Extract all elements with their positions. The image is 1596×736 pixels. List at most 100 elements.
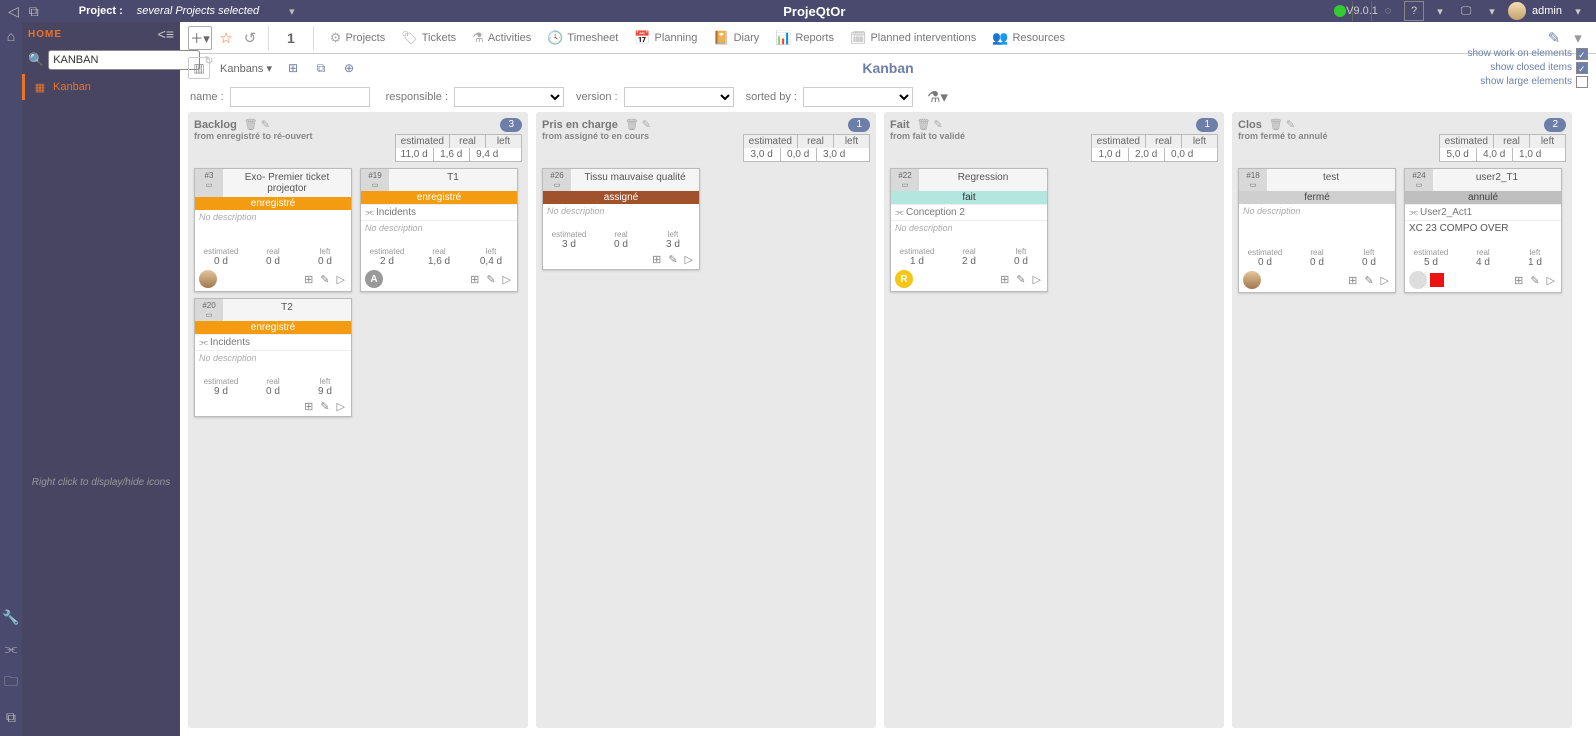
star-icon[interactable]: ☆ — [216, 28, 236, 48]
forward-icon[interactable]: ▷ — [683, 253, 695, 266]
collapse-icon[interactable]: <≡ — [158, 26, 174, 42]
user-avatar[interactable] — [1508, 2, 1526, 20]
home-label[interactable]: HOME — [28, 29, 62, 40]
edit-icon[interactable]: ✎ — [642, 118, 651, 131]
chevron-down-icon[interactable]: ▾ — [1482, 1, 1502, 21]
edit-icon[interactable]: ✎ — [318, 273, 331, 286]
toolbar-link[interactable]: 📅Planning — [626, 30, 705, 46]
toolbar-link[interactable]: 📔Diary — [705, 30, 767, 46]
link-icon: 🏷 — [401, 30, 418, 46]
forward-icon[interactable]: ▷ — [335, 273, 347, 286]
forward-icon[interactable]: ▷ — [1379, 274, 1391, 287]
edit-icon[interactable]: ✎ — [1362, 274, 1375, 287]
delete-icon[interactable]: 🗑 — [244, 118, 258, 131]
new-button[interactable]: ＋▾ — [188, 26, 212, 50]
sum-val: 0,0 d — [780, 148, 816, 161]
tool-icon[interactable]: 🔧 — [2, 609, 19, 626]
chevron-down-icon[interactable]: ▾ — [1430, 1, 1450, 21]
edit-icon[interactable]: ✎ — [934, 118, 943, 131]
filter-name-input[interactable] — [230, 87, 370, 107]
card-link[interactable]: ⫘Incidents — [361, 204, 517, 221]
add-icon[interactable]: ⊞ — [1346, 274, 1359, 287]
avatar — [199, 270, 217, 288]
opt-work-checkbox[interactable] — [1576, 48, 1588, 60]
card-footer: R ⊞✎ ▷ — [891, 267, 1047, 291]
toolbar-link[interactable]: 📊Reports — [767, 30, 842, 46]
edit-icon[interactable]: ✎ — [1544, 28, 1564, 48]
link-icon[interactable]: ⫘ — [5, 640, 18, 657]
toolbar-link[interactable]: ⚗Activities — [464, 30, 539, 46]
add-icon[interactable]: ⊞ — [998, 273, 1011, 286]
share-kanban-icon[interactable]: ⊕ — [338, 57, 360, 79]
forward-icon[interactable]: ▷ — [501, 273, 513, 286]
edit-icon[interactable]: ✎ — [318, 400, 331, 413]
forward-icon[interactable]: ▷ — [1031, 273, 1043, 286]
card-id: #20▭ — [195, 299, 223, 321]
filter-version-select[interactable] — [624, 87, 734, 107]
toolbar-link[interactable]: 🏷Tickets — [393, 30, 464, 46]
column-summary: estimatedrealleft5,0 d4,0 d1,0 d — [1439, 134, 1566, 162]
nav-kanban[interactable]: ▦ Kanban — [22, 74, 180, 100]
edit-icon[interactable]: ✎ — [666, 253, 679, 266]
kanban-card[interactable]: #18▭testferméNo descriptionestimated0 dr… — [1238, 168, 1396, 293]
filter-responsible-select[interactable] — [454, 87, 564, 107]
edit-icon[interactable]: ✎ — [261, 118, 270, 131]
delete-icon[interactable]: 🗑 — [917, 118, 931, 131]
kanban-column: Backlog🗑✎from enregistré to ré-ouvert3es… — [188, 112, 528, 728]
delete-icon[interactable]: 🗑 — [1269, 118, 1283, 131]
card-link[interactable]: ⫘Incidents — [195, 334, 351, 351]
user-name[interactable]: admin — [1532, 5, 1562, 17]
code-icon[interactable]: ⧉ — [6, 709, 16, 726]
opt-large-checkbox[interactable] — [1576, 76, 1588, 88]
toolbar-link[interactable]: 👥Resources — [984, 30, 1073, 46]
toolbar-link[interactable]: 🗓Planned interventions — [842, 30, 984, 46]
opt-closed-label: show closed items — [1490, 61, 1572, 75]
avatar — [1409, 271, 1427, 289]
add-icon[interactable]: ⊞ — [650, 253, 663, 266]
chevron-down-icon[interactable]: ▾ — [1568, 28, 1588, 48]
home-icon[interactable]: ⌂ — [7, 28, 15, 44]
toolbar-link[interactable]: ⚙Projects — [322, 30, 393, 46]
add-icon[interactable]: ⊞ — [468, 273, 481, 286]
help-icon[interactable]: ? — [1404, 1, 1424, 21]
add-icon[interactable]: ⊞ — [1512, 274, 1525, 287]
kanban-card[interactable]: #26▭Tissu mauvaise qualitéassignéNo desc… — [542, 168, 700, 270]
link-label: Diary — [734, 32, 760, 44]
add-icon[interactable]: ⊞ — [302, 400, 315, 413]
forward-icon[interactable]: ▷ — [335, 400, 347, 413]
chevron-down-icon[interactable]: ▾ — [1568, 1, 1588, 21]
delete-icon[interactable]: 🗑 — [625, 118, 639, 131]
edit-icon[interactable]: ✎ — [1014, 273, 1027, 286]
add-icon[interactable]: ⊞ — [302, 273, 315, 286]
search-input[interactable] — [48, 50, 200, 70]
monitor-icon[interactable]: 🖵 — [1456, 1, 1476, 21]
kanban-card[interactable]: #3▭Exo- Premier ticket projeqtorenregist… — [194, 168, 352, 292]
edit-icon[interactable]: ✎ — [1528, 274, 1541, 287]
opt-closed-checkbox[interactable] — [1576, 62, 1588, 74]
kanban-card[interactable]: #19▭T1enregistré⫘IncidentsNo description… — [360, 168, 518, 292]
column-subtitle: from fermé to annulé — [1238, 131, 1328, 141]
filter-sorted-select[interactable] — [803, 87, 913, 107]
kanban-card[interactable]: #20▭T2enregistré⫘IncidentsNo description… — [194, 298, 352, 417]
window-icon[interactable]: ⧉ — [29, 3, 39, 20]
column-title: Pris en charge — [542, 119, 618, 131]
kanban-card[interactable]: #22▭Regressionfait⫘Conception 2No descri… — [890, 168, 1048, 292]
layout-icon[interactable]: ▥ — [188, 57, 210, 79]
add-kanban-icon[interactable]: ⊞ — [282, 57, 304, 79]
sub-toolbar: ▥ Kanbans ▾ ⊞ ⧉ ⊕ Kanban show work on el… — [180, 54, 1596, 82]
edit-icon[interactable]: ✎ — [1286, 118, 1295, 131]
back-icon[interactable]: ◁ — [8, 3, 19, 20]
avatar: R — [895, 270, 913, 288]
history-icon[interactable]: ↺ — [240, 28, 260, 48]
folder-icon[interactable]: 🗀 — [4, 671, 18, 695]
forward-icon[interactable]: ▷ — [1545, 274, 1557, 287]
funnel-icon[interactable]: ⚗▾ — [927, 88, 948, 106]
edit-icon[interactable]: ✎ — [484, 273, 497, 286]
card-link[interactable]: ⫘User2_Act1 — [1405, 204, 1561, 221]
toolbar-link[interactable]: 🕓Timesheet — [539, 30, 626, 46]
card-link[interactable]: ⫘Conception 2 — [891, 204, 1047, 221]
project-name[interactable]: several Projects selected — [137, 5, 259, 17]
kanban-card[interactable]: #24▭user2_T1annulé⫘User2_Act1XC 23 COMPO… — [1404, 168, 1562, 293]
copy-kanban-icon[interactable]: ⧉ — [310, 57, 332, 79]
kanbans-dropdown[interactable]: Kanbans ▾ — [216, 62, 276, 75]
